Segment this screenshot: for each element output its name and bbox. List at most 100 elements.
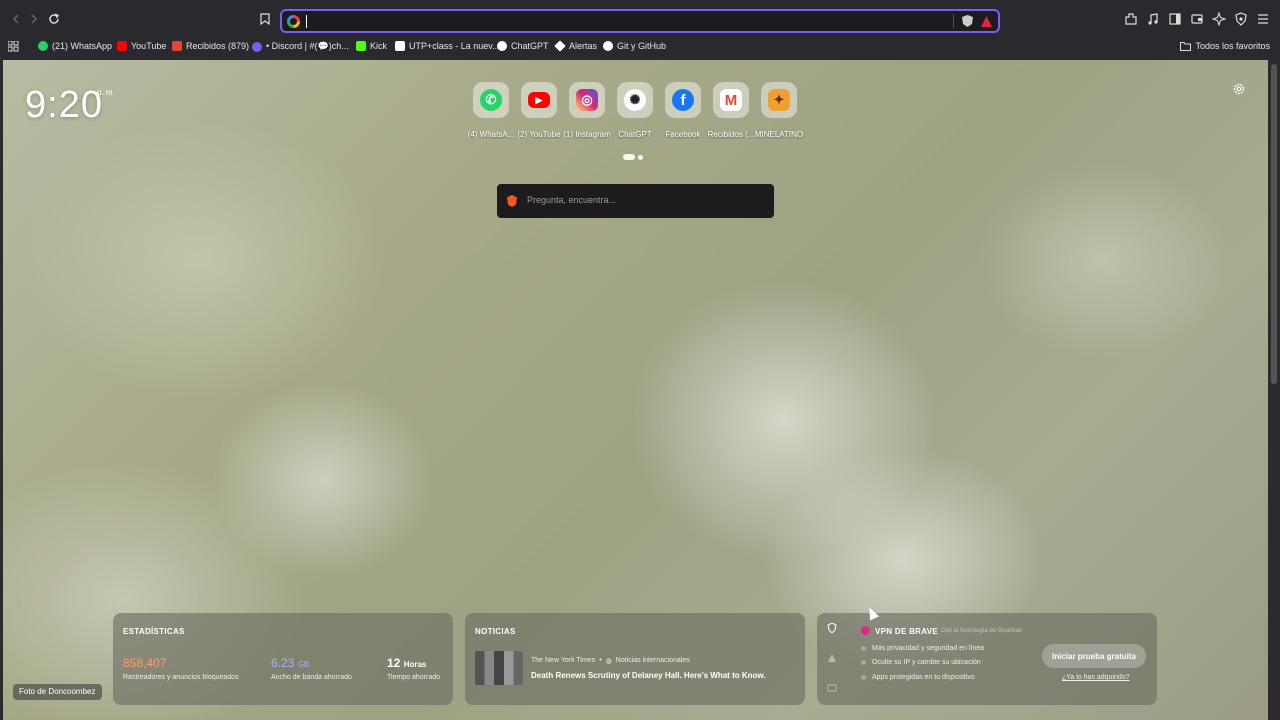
reload-button[interactable]	[46, 11, 62, 27]
news-source-row: The New York Times • ◍ Noticias internac…	[531, 657, 690, 665]
tile-gmail[interactable]: M Recibidos (...	[707, 82, 755, 139]
news-headline[interactable]: Death Renews Scrutiny of Delaney Hall. H…	[531, 671, 766, 680]
forward-button[interactable]	[26, 11, 42, 27]
bookmark-youtube[interactable]: YouTube	[117, 41, 166, 51]
brave-rewards-icon[interactable]	[981, 15, 992, 27]
extensions-icon[interactable]	[1124, 12, 1138, 26]
apps-grid-icon	[8, 41, 19, 52]
bookmark-label: Git y GitHub	[617, 41, 667, 51]
time-saved-number: 12	[387, 656, 401, 670]
page-scrollbar[interactable]	[1268, 60, 1280, 720]
time-saved-unit: Horas	[403, 660, 427, 669]
rewards-triangle-icon[interactable]	[827, 653, 837, 663]
whatsapp-icon: ✆	[480, 89, 502, 111]
diamond-icon	[554, 40, 566, 52]
all-favorites-label: Todos los favoritos	[1195, 41, 1270, 51]
facebook-icon: f	[672, 89, 694, 111]
bookmark-discord[interactable]: • Discord | #(💬)ch...	[252, 41, 349, 52]
divider	[953, 14, 954, 28]
tile-label: MINELATINO	[754, 130, 804, 139]
menu-icon[interactable]	[1256, 12, 1270, 26]
sidebar-icon[interactable]	[1168, 12, 1182, 26]
bookmark-github[interactable]: Git y GitHub	[603, 41, 666, 51]
tile-facebook[interactable]: f Facebook	[659, 82, 707, 139]
news-thumbnail[interactable]	[475, 651, 523, 685]
clock-ampm: p. m.	[97, 88, 115, 97]
tile-label: (4) WhatsA...	[467, 130, 515, 139]
bookmark-label: • Discord | #(💬)ch...	[266, 41, 349, 51]
globe-icon: ◍	[605, 658, 612, 665]
text-caret	[306, 15, 307, 28]
tile-label: ChatGPT	[618, 130, 652, 139]
bookmark-label: Alertas	[569, 41, 598, 51]
bandwidth-label: Ancho de banda ahorrado	[271, 674, 352, 681]
forward-arrow-icon	[31, 14, 38, 24]
all-favorites-folder[interactable]: Todos los favoritos	[1180, 41, 1270, 51]
bookmark-chatgpt[interactable]: ChatGPT	[497, 41, 549, 51]
news-category: Noticias internacionales	[615, 657, 690, 664]
page-dot[interactable]	[638, 154, 643, 160]
shield-icon[interactable]	[827, 623, 837, 633]
vpn-logo-icon	[861, 626, 870, 635]
news-card: NOTICIAS The New York Times • ◍ Noticias…	[465, 613, 805, 705]
tile-chatgpt[interactable]: ✺ ChatGPT	[611, 82, 659, 139]
search-placeholder: Pregunta, encuentra...	[527, 195, 617, 205]
tile-icon-box: f	[665, 82, 701, 118]
tile-minelatino[interactable]: ✦ MINELATINO	[755, 82, 803, 139]
tile-icon-box: ◎	[569, 82, 605, 118]
bookmarks-bar: (21) WhatsApp YouTube Recibidos (879) • …	[0, 38, 1280, 56]
bookmark-alertas[interactable]: Alertas	[554, 40, 598, 52]
stats-card: ESTADÍSTICAS 858,407 Rastreadores y anun…	[113, 613, 453, 705]
wallet-icon[interactable]	[1190, 12, 1204, 26]
bandwidth-number: 6.23	[271, 656, 295, 670]
tile-label: (1) Instagram	[563, 130, 611, 139]
youtube-icon	[117, 41, 127, 51]
address-bar[interactable]	[280, 9, 1000, 33]
tile-whatsapp[interactable]: ✆ (4) WhatsA...	[467, 82, 515, 139]
vpn-feature: Oculte su IP y cambie su ubicación	[861, 659, 981, 666]
time-saved-value: 12 Horas	[387, 656, 426, 670]
separator-dot: •	[599, 657, 602, 664]
google-icon	[287, 15, 300, 28]
bookmark-label: Kick	[370, 41, 388, 51]
youtube-icon: ▶	[528, 92, 550, 108]
tile-icon-box: ▶	[521, 82, 557, 118]
vpn-icon[interactable]	[1234, 12, 1248, 26]
bookmark-icon	[260, 13, 270, 25]
trackers-blocked-label: Rastreadores y anuncios bloqueados	[123, 674, 239, 681]
card-icon[interactable]	[827, 683, 837, 693]
minelatino-icon: ✦	[768, 89, 790, 111]
back-button[interactable]	[8, 11, 24, 27]
bookmark-page-button[interactable]	[257, 11, 273, 27]
bookmark-gmail[interactable]: Recibidos (879)	[172, 41, 249, 51]
tile-instagram[interactable]: ◎ (1) Instagram	[563, 82, 611, 139]
settings-gear-icon[interactable]	[1232, 82, 1246, 96]
bookmark-utp[interactable]: UTP+class - La nuev...	[395, 41, 500, 51]
back-arrow-icon	[12, 14, 19, 24]
apps-grid-button[interactable]	[8, 41, 19, 52]
bookmark-whatsapp[interactable]: (21) WhatsApp	[38, 41, 112, 51]
tile-icon-box: ✦	[761, 82, 797, 118]
time-saved-label: Tiempo ahorrado	[387, 674, 441, 681]
start-trial-button[interactable]: Iniciar prueba gratuita	[1042, 644, 1146, 668]
bookmark-label: Recibidos (879)	[186, 41, 250, 51]
bookmark-label: UTP+class - La nuev...	[409, 41, 500, 51]
leo-ai-icon[interactable]	[1211, 11, 1227, 27]
page-dot-active[interactable]	[623, 154, 635, 160]
new-tab-page: 9:20 p. m. ✆ (4) WhatsA... ▶ (2) YouTube…	[3, 60, 1268, 720]
tile-youtube[interactable]: ▶ (2) YouTube	[515, 82, 563, 139]
photo-credit[interactable]: Foto de Doncoombez	[13, 684, 102, 700]
scrollbar-thumb[interactable]	[1271, 64, 1277, 384]
bookmark-label: YouTube	[131, 41, 167, 51]
vpn-feature: Más privacidad y seguridad en línea	[861, 645, 984, 652]
music-icon[interactable]	[1146, 12, 1160, 26]
already-purchased-link[interactable]: ¿Ya lo has adquirido?	[1062, 674, 1130, 681]
brave-shields-icon[interactable]	[962, 15, 973, 27]
search-box[interactable]: Pregunta, encuentra...	[497, 184, 774, 218]
bookmark-kick[interactable]: Kick	[356, 41, 387, 51]
browser-toolbar	[0, 0, 1280, 38]
vpn-title: VPN DE BRAVE	[875, 627, 939, 636]
tile-icon-box: ✆	[473, 82, 509, 118]
chatgpt-icon	[497, 41, 507, 51]
bandwidth-value: 6.23 GB	[271, 656, 309, 670]
